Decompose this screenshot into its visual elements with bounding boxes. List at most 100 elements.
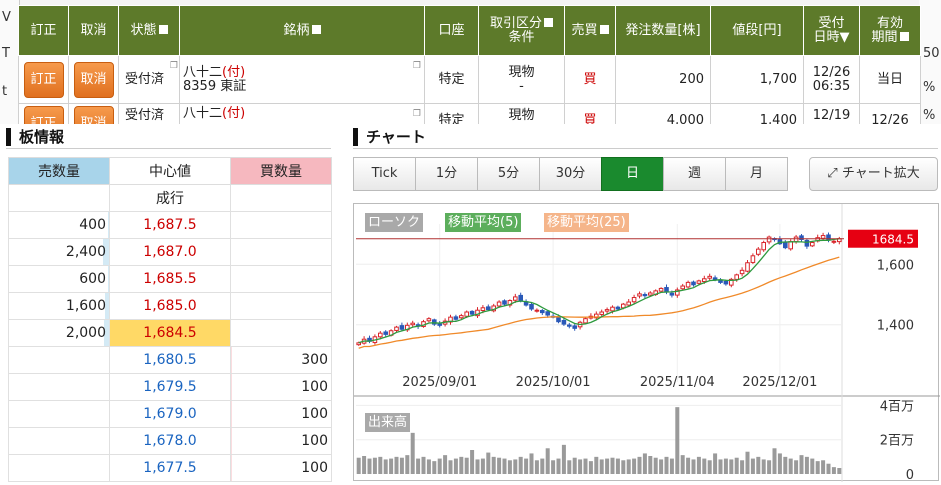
- price-level[interactable]: 1,685.0: [109, 292, 231, 320]
- bid-row[interactable]: 1,677.5 100: [8, 454, 332, 482]
- cell-torikeshi: 取消: [68, 55, 119, 104]
- candle-body: [680, 285, 685, 290]
- ask-row[interactable]: 2,400 1,687.0: [8, 238, 332, 266]
- order-account: 特定: [424, 103, 479, 124]
- external-link-icon[interactable]: ❐: [413, 59, 421, 73]
- order-table: 訂正 取消 状態 銘柄 口座 取引区分 条件 売買 発注数量[株] 値段[円] 受…: [18, 5, 921, 124]
- candle-body: [464, 311, 470, 317]
- external-link-icon[interactable]: ❐: [413, 107, 421, 121]
- order-time: 06:35: [812, 78, 851, 94]
- chart-tab[interactable]: Tick: [353, 157, 416, 191]
- volume-bar: [480, 458, 485, 474]
- order-status: 受付済: [118, 103, 180, 124]
- price-level[interactable]: 1,680.5: [109, 346, 231, 374]
- col-status[interactable]: 状態: [118, 5, 180, 56]
- volume-bar: [632, 458, 637, 474]
- volume-bar: [659, 459, 664, 474]
- volume-bar: [399, 457, 404, 474]
- volume-bar: [707, 460, 712, 474]
- candle-body: [518, 294, 523, 302]
- stock-name[interactable]: 八十二: [183, 106, 222, 121]
- current-price-cell[interactable]: 1,684.5: [109, 319, 231, 347]
- cancel-button[interactable]: 取消: [73, 106, 114, 124]
- stock-tag: (付): [222, 64, 246, 80]
- modify-button[interactable]: 訂正: [23, 61, 64, 98]
- volume-bar: [605, 458, 610, 474]
- bid-row[interactable]: 1,679.5 100: [8, 373, 332, 401]
- candle-body: [437, 323, 443, 326]
- ask-row[interactable]: 400 1,687.5: [8, 211, 332, 239]
- bid-row[interactable]: 1,678.0 100: [8, 427, 332, 455]
- sell-qty-header: 売数量: [8, 157, 110, 185]
- col-received[interactable]: 受付 日時▼: [803, 5, 860, 56]
- price-axis-tick: 1,400: [877, 319, 914, 334]
- buy-qty-header: 買数量: [230, 157, 332, 185]
- external-link-icon[interactable]: ❐: [170, 59, 178, 73]
- candle-body: [718, 279, 723, 283]
- price-level[interactable]: 1,679.0: [109, 400, 231, 428]
- col-trade-type-label: 取引区分: [489, 15, 542, 31]
- order-list-panel: V T t 50 % % 訂正 取消 状態 銘柄 口座 取引区分 条件 売買 発注…: [0, 0, 941, 124]
- ask-row[interactable]: 600 1,685.5: [8, 265, 332, 293]
- legend-candle: ローソク: [365, 213, 424, 232]
- chart-tab[interactable]: 日: [601, 157, 664, 191]
- price-level[interactable]: 1,679.5: [109, 373, 231, 401]
- chart-area[interactable]: 1,600 1,400 2025/09/01 2025/10/01 2025/11/04…: [353, 203, 940, 482]
- modify-button[interactable]: 訂正: [23, 106, 64, 124]
- stock-code-market: 8359 東証: [183, 78, 247, 94]
- order-stock[interactable]: 八十二(付) 8359 東証 ❐: [179, 55, 425, 104]
- chart-tab[interactable]: 30分: [539, 157, 602, 191]
- col-trade-type[interactable]: 取引区分 条件: [478, 5, 565, 56]
- chart-tab[interactable]: 5分: [477, 157, 540, 191]
- chart-tab[interactable]: 1分: [415, 157, 478, 191]
- buy-qty: 100: [301, 433, 328, 449]
- candle-body: [545, 311, 550, 316]
- candle-body: [756, 248, 761, 255]
- volume-bar: [356, 457, 361, 474]
- background-column: V T t: [0, 0, 20, 124]
- col-expiry-label2: 期間: [871, 29, 898, 45]
- volume-bar: [723, 458, 728, 474]
- volume-bar: [783, 456, 788, 474]
- bid-row[interactable]: 1,679.0 100: [8, 400, 332, 428]
- volume-bar: [788, 458, 793, 474]
- bid-row[interactable]: 1,680.5 300: [8, 346, 332, 374]
- board-title: 板情報: [6, 128, 64, 146]
- col-received-label1: 受付: [818, 15, 845, 31]
- price-level[interactable]: 1,678.0: [109, 427, 231, 455]
- volume-bar: [675, 407, 680, 474]
- chart-expand-button[interactable]: ⤢ チャート拡大: [809, 157, 938, 191]
- order-row: 訂正 取消 受付済 八十二(付) ❐ 特定 現物 買 4,000 1,400 1…: [18, 103, 921, 124]
- col-side[interactable]: 売買: [564, 5, 616, 56]
- candle-body: [793, 236, 799, 243]
- cancel-button[interactable]: 取消: [73, 61, 114, 98]
- order-qty: 4,000: [615, 103, 711, 124]
- price-level[interactable]: 1,685.5: [109, 265, 231, 293]
- volume-bar: [767, 460, 772, 474]
- candle-body: [572, 325, 577, 329]
- ask-row[interactable]: 2,000 1,684.5: [8, 319, 332, 347]
- chart-tab[interactable]: 週: [663, 157, 726, 191]
- mid-price-header: 中心値: [109, 157, 231, 185]
- col-expiry[interactable]: 有効 期間: [859, 5, 921, 56]
- price-level[interactable]: 1,677.5: [109, 454, 231, 482]
- candle-body: [804, 239, 810, 247]
- volume-axis-tick: 2百万: [880, 434, 914, 449]
- price-level[interactable]: 1,687.5: [109, 211, 231, 239]
- volume-bar: [545, 448, 550, 474]
- col-meigara[interactable]: 銘柄: [179, 5, 425, 56]
- market-buy-qty: [230, 184, 332, 212]
- volume-bar: [448, 460, 453, 474]
- chart-tab[interactable]: 月: [725, 157, 788, 191]
- volume-bar: [524, 458, 529, 474]
- candle-body: [561, 319, 567, 325]
- price-level[interactable]: 1,687.0: [109, 238, 231, 266]
- price-chart[interactable]: 1,600 1,400 2025/09/01 2025/10/01 2025/11/04…: [354, 204, 940, 482]
- order-stock[interactable]: 八十二(付) ❐: [179, 103, 425, 124]
- buy-qty-cell: 100: [230, 373, 332, 401]
- ask-row[interactable]: 1,600 1,685.0: [8, 292, 332, 320]
- stock-name[interactable]: 八十二: [183, 65, 222, 80]
- sell-qty-cell: [8, 454, 110, 482]
- sell-qty-cell: [8, 346, 110, 374]
- volume-bar: [497, 457, 502, 474]
